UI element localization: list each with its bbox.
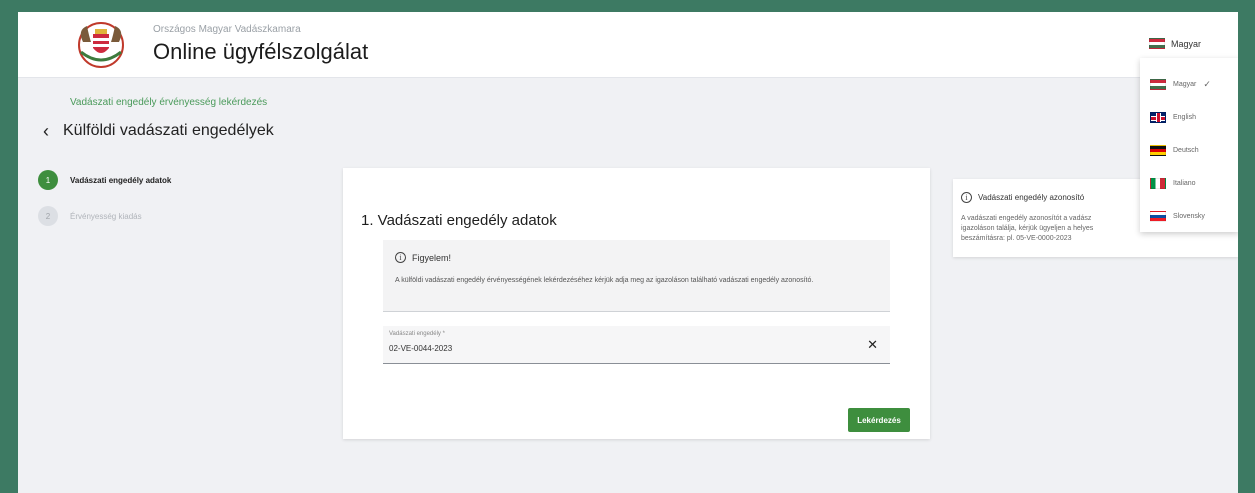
info-panel-title: Vadászati engedély azonosító (978, 193, 1085, 202)
check-icon: ✓ (1203, 79, 1211, 89)
stepper: 1 Vadászati engedély adatok 2 Érvényessé… (38, 170, 171, 242)
language-option-label: English (1173, 114, 1196, 121)
italian-flag-icon (1150, 178, 1166, 189)
info-panel-line: beszámításra: pl. 05-VE-0000-2023 (961, 235, 1072, 242)
info-panel-header: i Vadászati engedély azonosító (961, 192, 1084, 203)
language-option-label: Slovensky (1173, 213, 1205, 220)
app-window: Országos Magyar Vadászkamara Online ügyf… (18, 12, 1238, 493)
step-label: Vadászati engedély adatok (70, 175, 172, 185)
license-id-field[interactable]: Vadászati engedély * ✕ (383, 326, 890, 364)
info-icon: i (395, 252, 406, 263)
language-option-label: Magyar (1173, 81, 1197, 88)
info-panel-line: A vadászati engedély azonosítót a vadász (961, 215, 1092, 222)
header: Országos Magyar Vadászkamara Online ügyf… (18, 12, 1238, 78)
notice-box: i Figyelem! A külföldi vadászati engedél… (383, 240, 890, 312)
slovak-flag-icon (1150, 211, 1166, 222)
language-option-italiano[interactable]: Italiano (1140, 167, 1238, 200)
step-1[interactable]: 1 Vadászati engedély adatok (38, 170, 171, 190)
page-header: ‹ Külföldi vadászati engedélyek (43, 122, 274, 140)
german-flag-icon (1150, 145, 1166, 156)
form-title: 1. Vadászati engedély adatok (361, 212, 557, 229)
language-option-deutsch[interactable]: Deutsch (1140, 134, 1238, 167)
language-menu: Magyar ✓ English Deutsch Italiano Sloven… (1140, 58, 1238, 232)
notice-text: A külföldi vadászati engedély érvényessé… (395, 277, 814, 284)
language-option-label: Italiano (1173, 180, 1196, 187)
language-option-slovensky[interactable]: Slovensky (1140, 200, 1238, 233)
form-card: 1. Vadászati engedély adatok i Figyelem!… (343, 168, 930, 439)
org-name: Országos Magyar Vadászkamara (153, 24, 301, 35)
language-selector-label: Magyar (1171, 38, 1202, 49)
uk-flag-icon (1150, 112, 1166, 123)
back-arrow-icon[interactable]: ‹ (43, 122, 49, 140)
breadcrumb[interactable]: Vadászati engedély érvényesség lekérdezé… (70, 97, 267, 108)
info-panel-line: igazoláson találja, kérjük ügyeljen a he… (961, 225, 1094, 232)
license-id-input[interactable] (389, 344, 849, 353)
step-label: Érvényesség kiadás (70, 211, 142, 221)
step-number: 2 (38, 206, 58, 226)
license-id-label: Vadászati engedély * (389, 331, 445, 337)
hungarian-flag-icon (1150, 79, 1166, 90)
info-panel-text: A vadászati engedély azonosítót a vadász… (961, 214, 1161, 244)
notice-title: Figyelem! (412, 252, 452, 263)
step-2: 2 Érvényesség kiadás (38, 206, 171, 226)
language-option-magyar[interactable]: Magyar ✓ (1140, 68, 1238, 101)
info-icon: i (961, 192, 972, 203)
language-option-label: Deutsch (1173, 147, 1199, 154)
language-selector[interactable]: Magyar (1149, 38, 1201, 49)
step-number: 1 (38, 170, 58, 190)
page-title: Külföldi vadászati engedélyek (63, 122, 274, 139)
query-button[interactable]: Lekérdezés (848, 408, 910, 432)
hungarian-flag-icon (1149, 38, 1165, 49)
chamber-logo (73, 20, 129, 70)
notice-header: i Figyelem! (395, 252, 451, 263)
app-title: Online ügyfélszolgálat (153, 39, 369, 64)
clear-icon[interactable]: ✕ (867, 338, 878, 351)
language-option-english[interactable]: English (1140, 101, 1238, 134)
